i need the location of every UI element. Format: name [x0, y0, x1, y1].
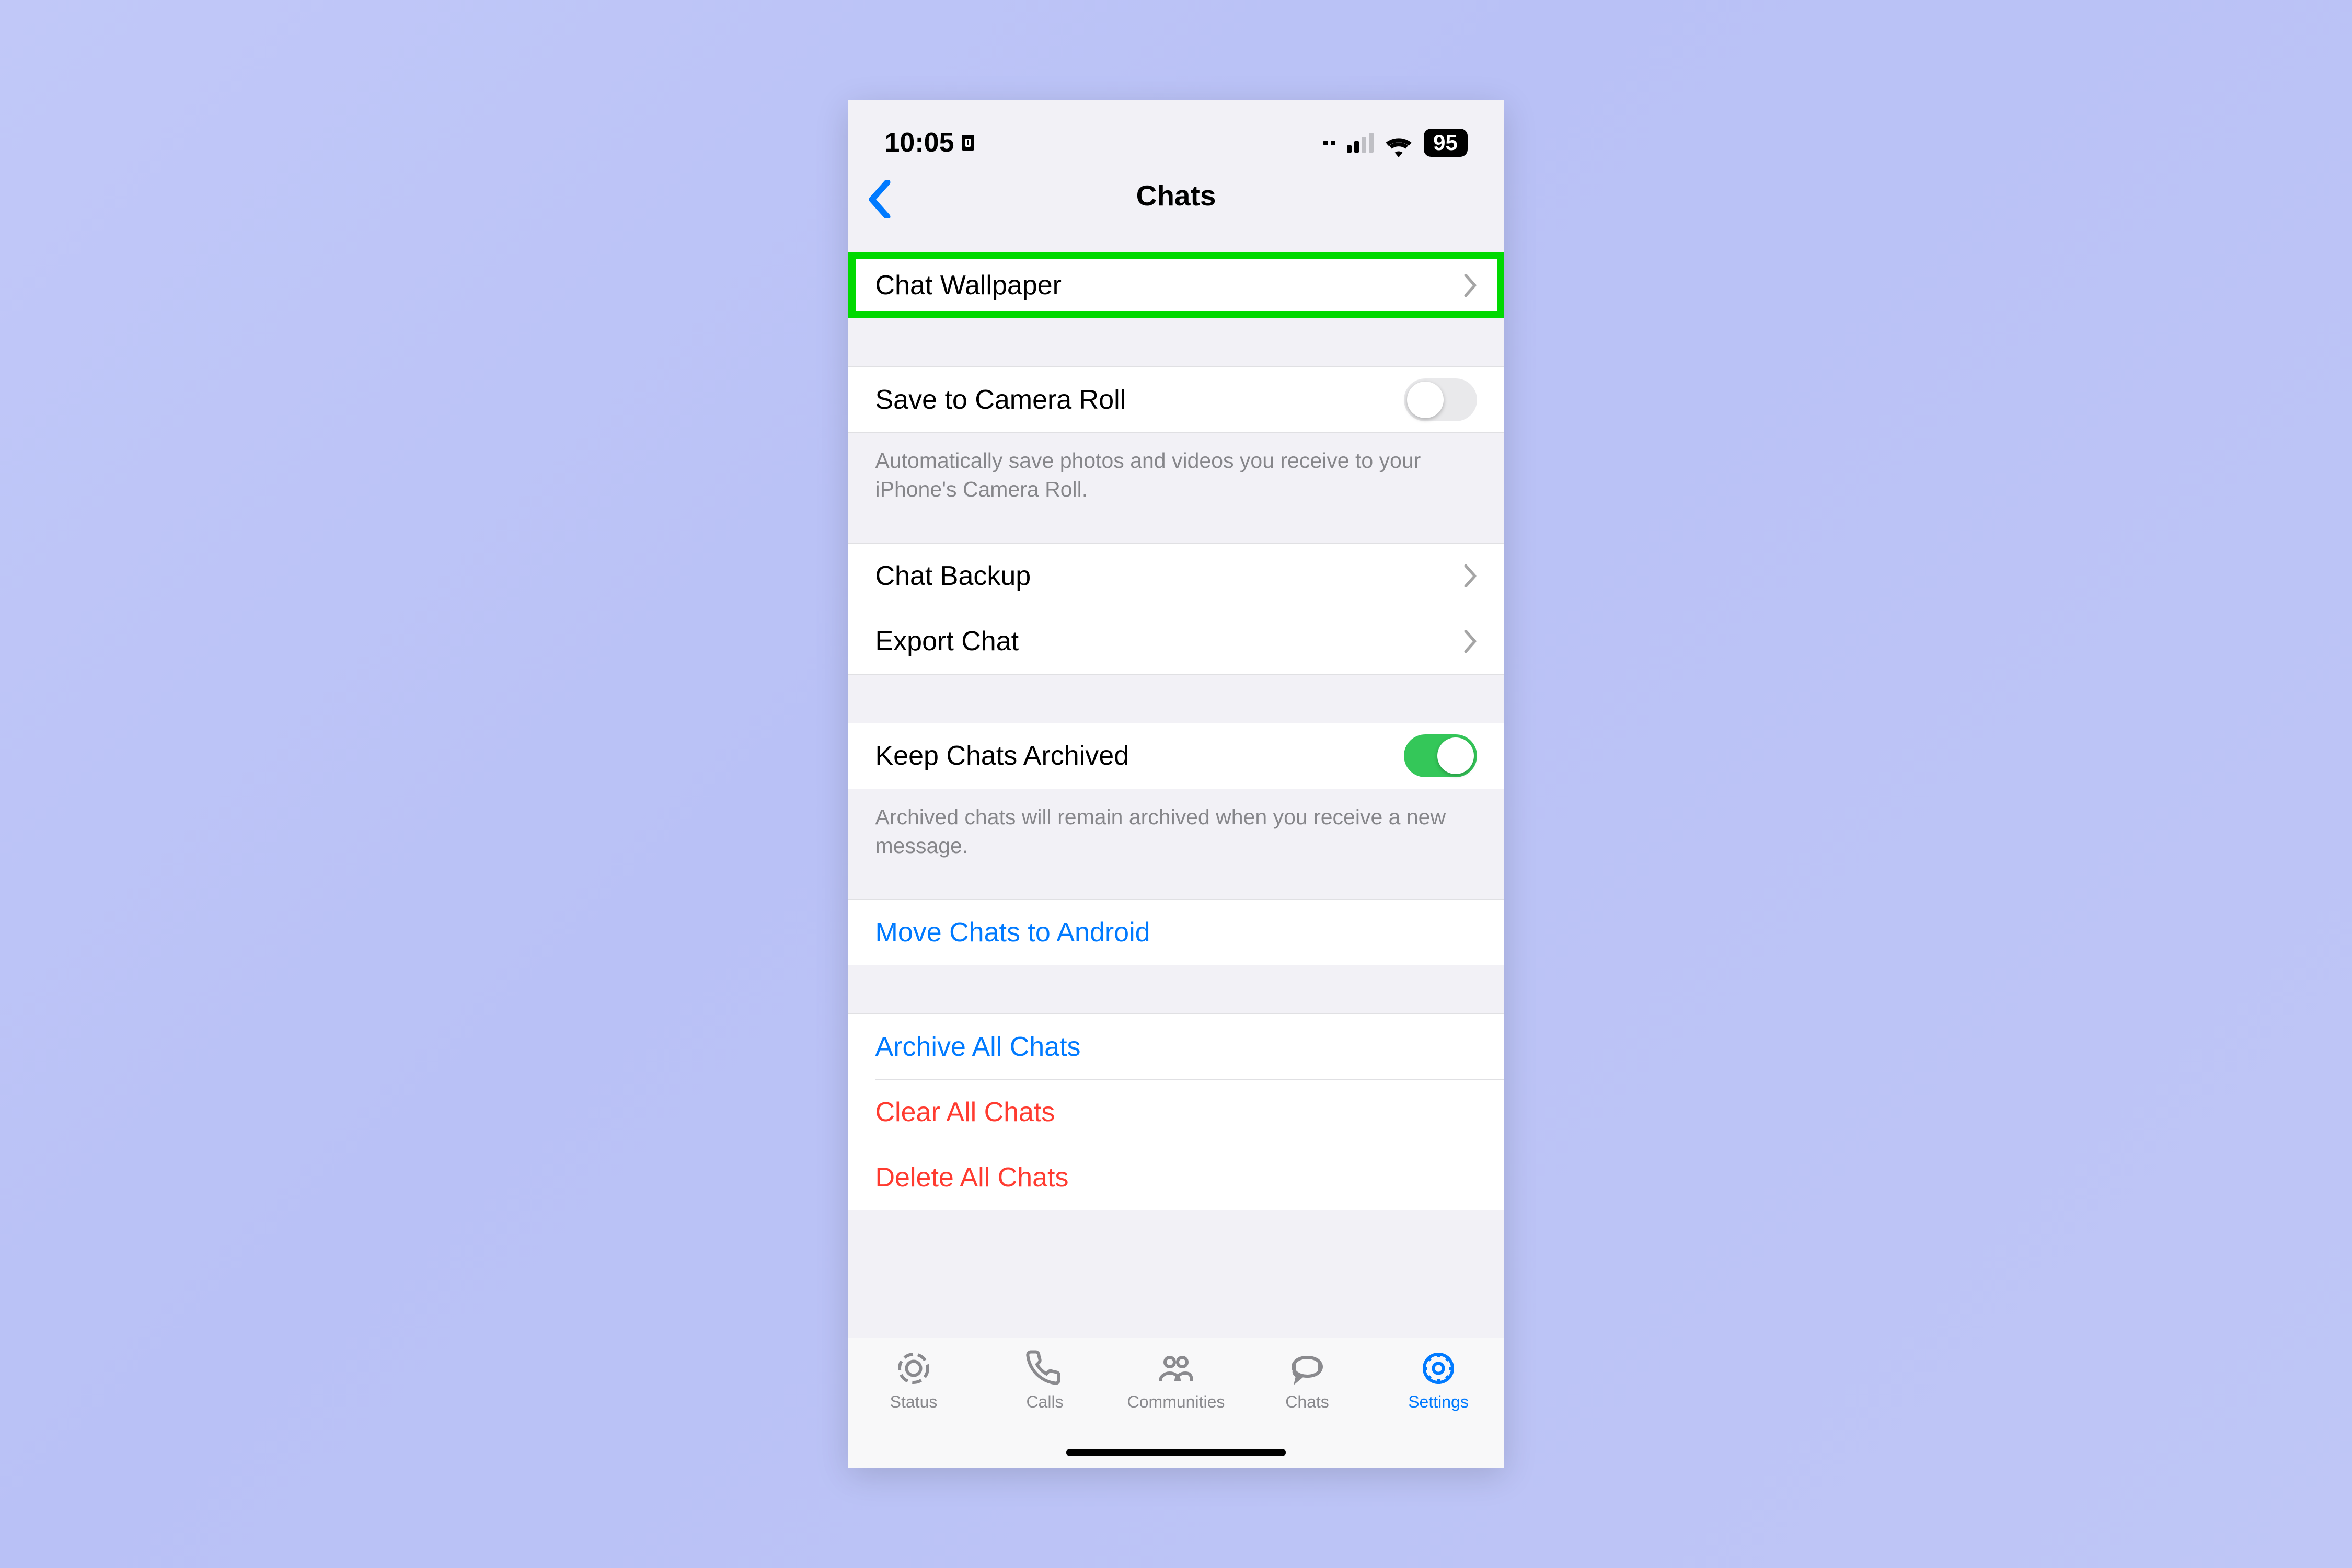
status-left: 10:05: [885, 127, 974, 158]
spacer: [848, 226, 1504, 252]
chevron-right-icon: [1463, 274, 1477, 297]
row-delete-all-chats[interactable]: Delete All Chats: [848, 1145, 1504, 1210]
tab-label: Chats: [1285, 1392, 1329, 1412]
dual-sim-icon: [1323, 141, 1335, 145]
row-chat-backup[interactable]: Chat Backup: [848, 544, 1504, 609]
home-indicator[interactable]: [1066, 1449, 1286, 1456]
cellular-signal-icon: [1347, 133, 1374, 153]
note-keep-archived: Archived chats will remain archived when…: [848, 789, 1504, 874]
phone-icon: [1024, 1350, 1066, 1387]
tab-label: Communities: [1127, 1392, 1225, 1412]
toggle-save-camera-roll[interactable]: [1404, 378, 1477, 421]
row-keep-chats-archived[interactable]: Keep Chats Archived: [848, 723, 1504, 789]
row-archive-all-chats[interactable]: Archive All Chats: [848, 1014, 1504, 1079]
row-label: Keep Chats Archived: [875, 740, 1129, 771]
group-wallpaper: Chat Wallpaper: [848, 252, 1504, 318]
wifi-icon: [1385, 133, 1412, 153]
group-save-camera: Save to Camera Roll: [848, 366, 1504, 433]
row-clear-all-chats[interactable]: Clear All Chats: [848, 1079, 1504, 1145]
toggle-knob: [1437, 737, 1474, 774]
chevron-right-icon: [1463, 630, 1477, 653]
tab-label: Settings: [1408, 1392, 1469, 1412]
gear-icon: [1417, 1350, 1459, 1387]
row-chat-wallpaper[interactable]: Chat Wallpaper: [848, 252, 1504, 318]
clock: 10:05: [885, 127, 954, 158]
toggle-keep-archived[interactable]: [1404, 734, 1477, 777]
row-label: Move Chats to Android: [875, 917, 1150, 948]
row-export-chat[interactable]: Export Chat: [848, 609, 1504, 674]
back-button[interactable]: [868, 180, 891, 211]
spacer: [848, 675, 1504, 723]
phone-frame: 10:05 95 Chats Chat Wallpaper: [848, 100, 1504, 1468]
status-icon: [893, 1350, 935, 1387]
row-save-camera-roll[interactable]: Save to Camera Roll: [848, 367, 1504, 432]
tab-label: Calls: [1026, 1392, 1063, 1412]
row-label: Clear All Chats: [875, 1097, 1055, 1128]
sim-icon: [962, 135, 974, 151]
chevron-right-icon: [1463, 564, 1477, 587]
row-label: Delete All Chats: [875, 1162, 1069, 1193]
spacer: [848, 318, 1504, 366]
people-icon: [1155, 1350, 1197, 1387]
note-save-camera: Automatically save photos and videos you…: [848, 433, 1504, 518]
status-bar: 10:05 95: [848, 100, 1504, 165]
row-label: Archive All Chats: [875, 1031, 1081, 1063]
toggle-knob: [1407, 382, 1444, 418]
chat-bubble-icon: [1286, 1350, 1328, 1387]
page-title: Chats: [1136, 179, 1216, 212]
group-keep-archived: Keep Chats Archived: [848, 723, 1504, 789]
row-label: Export Chat: [875, 626, 1019, 657]
spacer: [848, 518, 1504, 543]
row-label: Chat Backup: [875, 560, 1031, 592]
spacer: [848, 874, 1504, 899]
group-backup: Chat Backup Export Chat: [848, 543, 1504, 675]
group-move-android: Move Chats to Android: [848, 899, 1504, 965]
nav-header: Chats: [848, 165, 1504, 226]
tab-status[interactable]: Status: [861, 1350, 966, 1468]
row-label: Save to Camera Roll: [875, 384, 1126, 416]
row-move-chats-android[interactable]: Move Chats to Android: [848, 900, 1504, 965]
spacer: [848, 965, 1504, 1013]
row-label: Chat Wallpaper: [875, 270, 1062, 301]
tab-bar: Status Calls Communities Chats: [848, 1338, 1504, 1468]
tab-label: Status: [890, 1392, 938, 1412]
group-danger: Archive All Chats Clear All Chats Delete…: [848, 1013, 1504, 1210]
battery-indicator: 95: [1424, 129, 1468, 157]
tab-settings[interactable]: Settings: [1386, 1350, 1491, 1468]
status-right: 95: [1324, 129, 1468, 157]
chevron-left-icon: [868, 180, 891, 218]
